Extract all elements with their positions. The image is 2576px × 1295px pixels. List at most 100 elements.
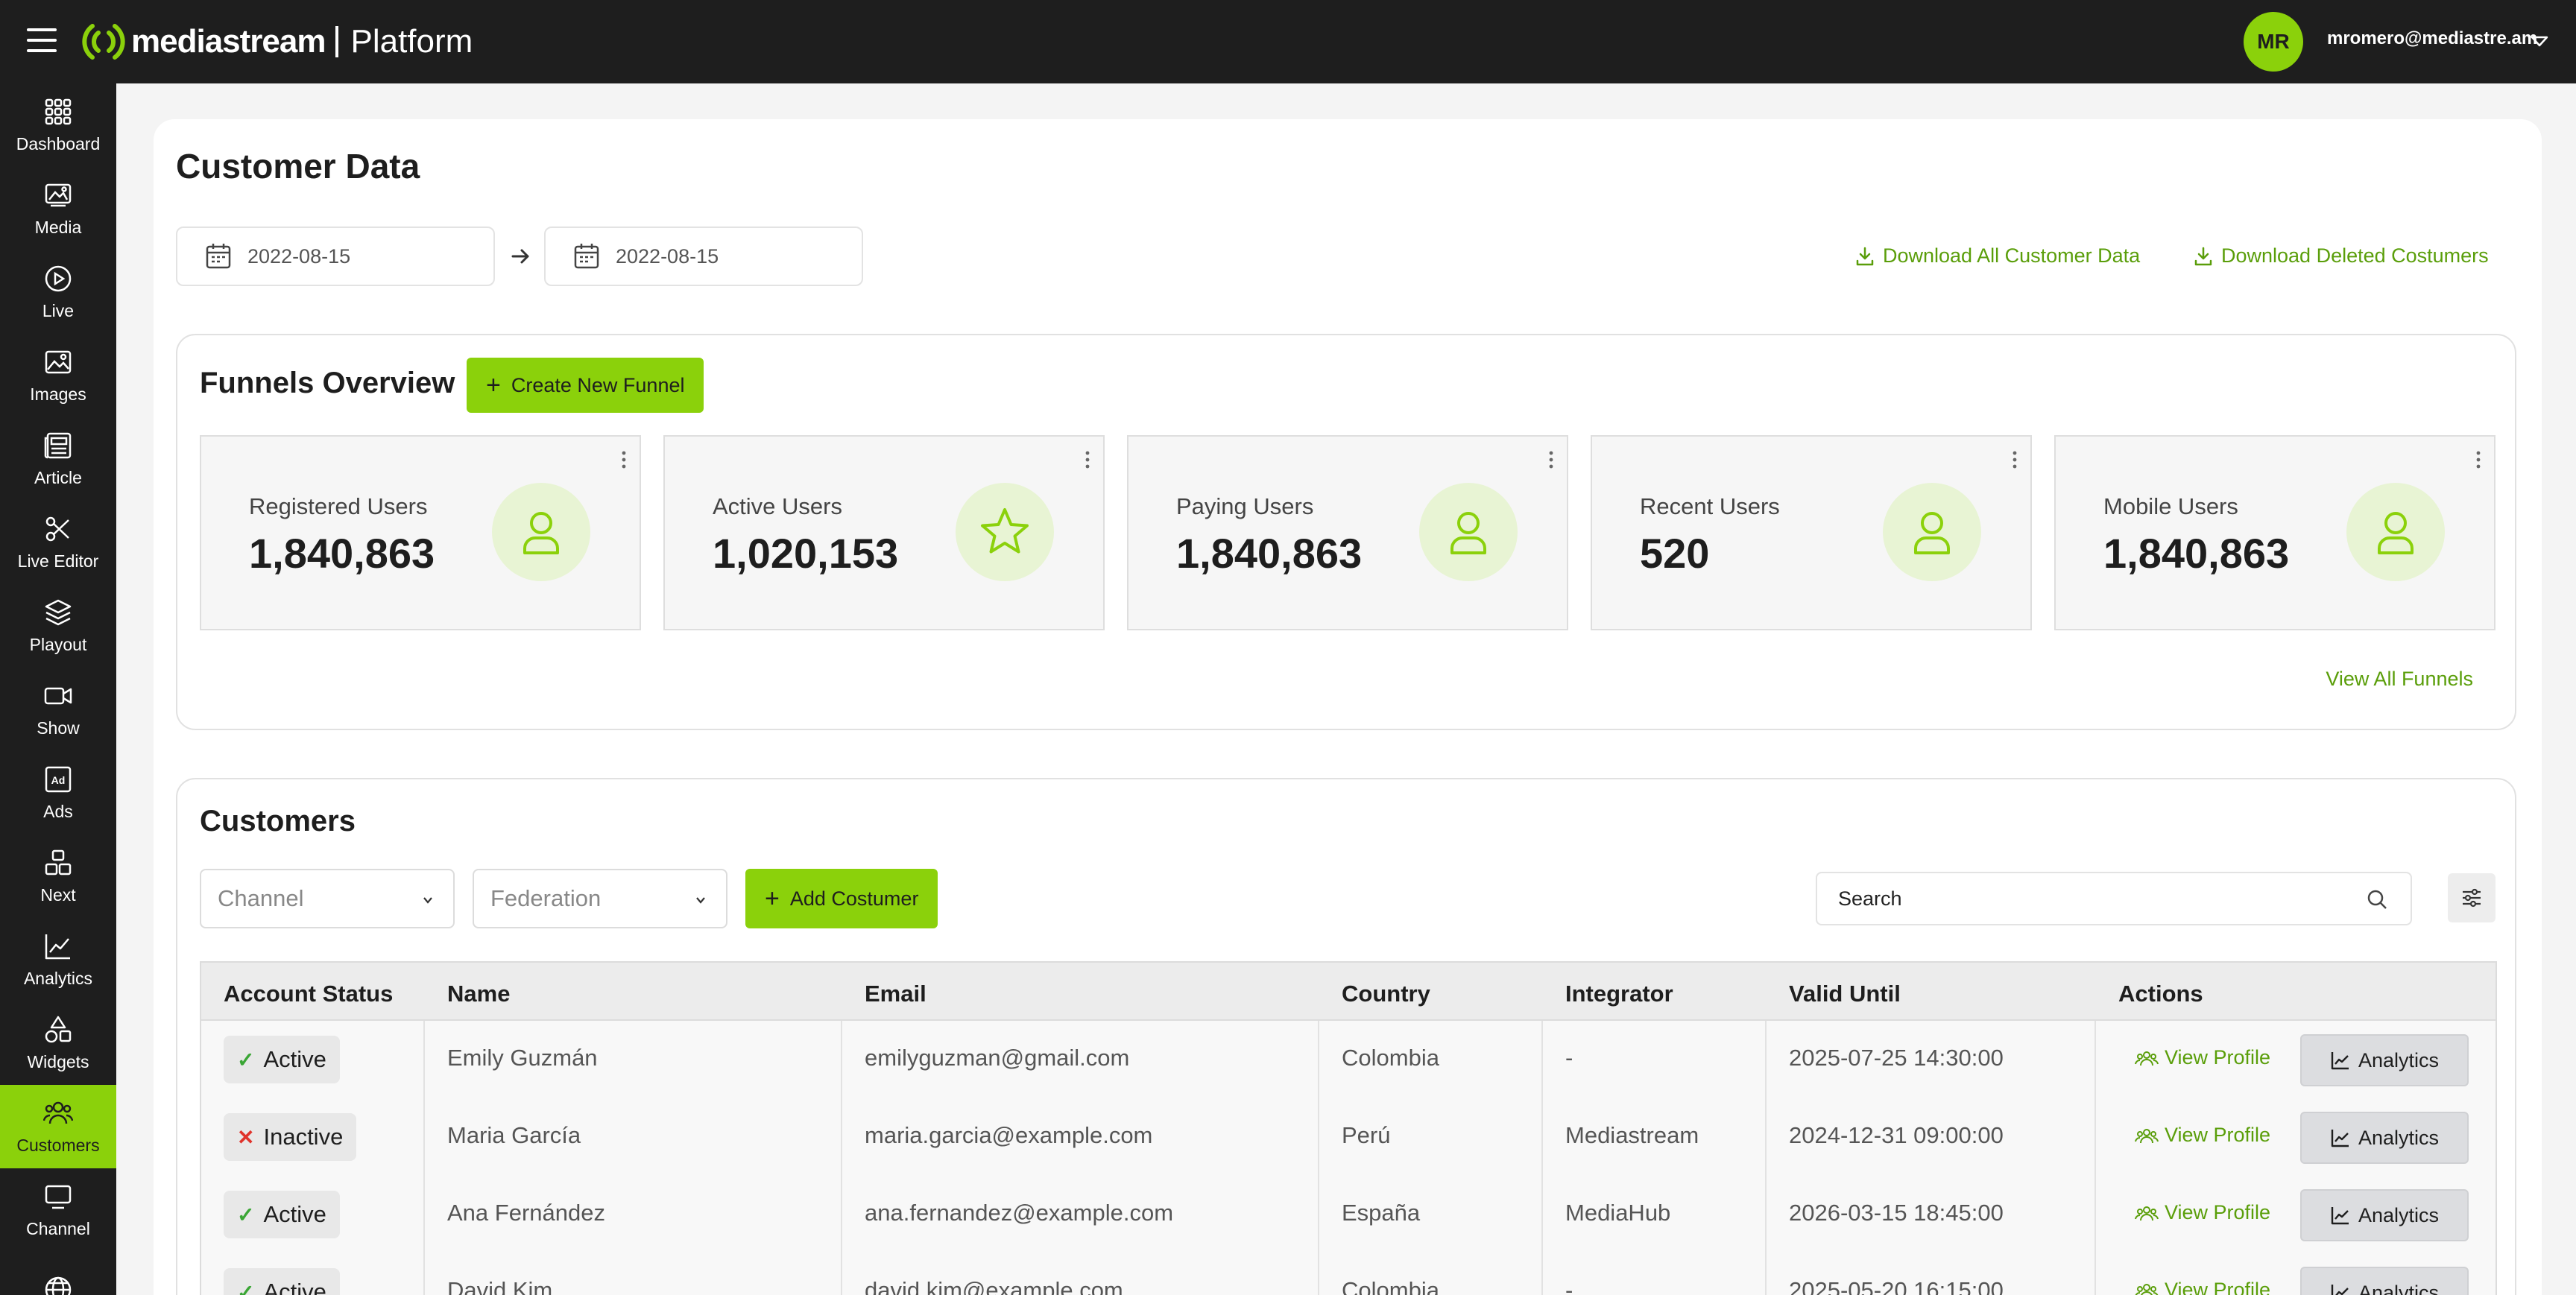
sidebar-item-customers[interactable]: Customers xyxy=(0,1085,116,1168)
sidebar-item-widgets[interactable]: Widgets xyxy=(0,1001,116,1085)
download-all-link[interactable]: Download All Customer Data xyxy=(1854,244,2140,267)
main-content: Customer Data 2022-08-15 2022-08-15 Down… xyxy=(154,119,2542,1295)
column-header[interactable]: Email xyxy=(865,981,926,1007)
create-funnel-label: Create New Funnel xyxy=(511,373,685,396)
funnel-card-label: Active Users xyxy=(713,493,842,519)
column-divider xyxy=(1318,1021,1319,1098)
funnels-title: Funnels Overview xyxy=(200,367,455,399)
view-profile-link[interactable]: View Profile xyxy=(2135,1046,2270,1069)
sidebar-item-label: Live xyxy=(42,300,75,320)
product-name: Platform xyxy=(350,23,473,60)
download-deleted-link[interactable]: Download Deleted Costumers xyxy=(2193,244,2489,267)
column-header[interactable]: Account Status xyxy=(224,981,393,1007)
status-text: Active xyxy=(263,1046,326,1072)
table-row[interactable]: ✓ Active Emily Guzmán emilyguzman@gmail.… xyxy=(200,1021,2497,1098)
globe-icon xyxy=(45,1276,72,1295)
analytics-button[interactable]: Analytics xyxy=(2300,1267,2469,1295)
funnel-card-paying[interactable]: Paying Users 1,840,863 xyxy=(1127,435,1568,630)
chevron-down-icon[interactable] xyxy=(2530,31,2549,51)
funnel-card-mobile[interactable]: Mobile Users 1,840,863 xyxy=(2054,435,2496,630)
funnel-card-active[interactable]: Active Users 1,020,153 xyxy=(663,435,1105,630)
column-divider xyxy=(1765,1098,1767,1176)
customer-email: maria.garcia@example.com xyxy=(865,1122,1153,1148)
sidebar-item-live[interactable]: Live xyxy=(0,250,116,334)
search-input[interactable]: Search xyxy=(1816,872,2412,925)
table-row[interactable]: ✓ Active David Kim david.kim@example.com… xyxy=(200,1253,2497,1295)
date-from-field[interactable]: 2022-08-15 xyxy=(176,227,495,286)
table-row[interactable]: ✓ Active Ana Fernández ana.fernandez@exa… xyxy=(200,1176,2497,1253)
avatar[interactable]: MR xyxy=(2244,12,2303,72)
sidebar-item-ads[interactable]: Ad Ads xyxy=(0,751,116,835)
table-row[interactable]: ✕ Inactive Maria García maria.garcia@exa… xyxy=(200,1098,2497,1176)
analytics-button[interactable]: Analytics xyxy=(2300,1034,2469,1086)
trending-chart-icon xyxy=(2331,1285,2349,1295)
user-icon-circle xyxy=(492,483,590,581)
more-vertical-icon[interactable] xyxy=(1547,450,1555,469)
mediastream-logo-icon xyxy=(82,24,125,60)
column-divider xyxy=(1765,1253,1767,1295)
more-vertical-icon[interactable] xyxy=(2475,450,2482,469)
sidebar-item-dashboard[interactable]: Dashboard xyxy=(0,83,116,167)
sidebar: Dashboard Media Live Images Article Live… xyxy=(0,83,116,1295)
channel-select[interactable]: Channel xyxy=(200,869,455,928)
hamburger-menu-icon[interactable] xyxy=(27,28,57,54)
status-badge: ✕ Inactive xyxy=(224,1113,357,1161)
view-profile-link[interactable]: View Profile xyxy=(2135,1201,2270,1224)
sidebar-item-analytics[interactable]: Analytics xyxy=(0,918,116,1001)
sidebar-item-globe[interactable] xyxy=(0,1252,116,1295)
brand-name: mediastream xyxy=(131,23,326,60)
user-icon xyxy=(1914,512,1950,554)
sidebar-item-label: Analytics xyxy=(23,968,93,988)
funnel-card-label: Paying Users xyxy=(1176,493,1314,519)
check-icon: ✓ xyxy=(237,1203,255,1226)
funnel-card-registered[interactable]: Registered Users 1,840,863 xyxy=(200,435,641,630)
brand-logo[interactable]: mediastream Platform xyxy=(82,19,473,64)
sidebar-item-article[interactable]: Article xyxy=(0,417,116,501)
sidebar-item-label: Playout xyxy=(29,634,87,654)
sidebar-item-live-editor[interactable]: Live Editor xyxy=(0,501,116,584)
create-funnel-button[interactable]: + Create New Funnel xyxy=(467,358,704,413)
date-from-value: 2022-08-15 xyxy=(247,244,351,267)
filter-settings-button[interactable] xyxy=(2448,873,2496,922)
federation-select[interactable]: Federation xyxy=(473,869,727,928)
plus-icon: + xyxy=(765,884,780,913)
more-vertical-icon[interactable] xyxy=(620,450,628,469)
view-profile-link[interactable]: View Profile xyxy=(2135,1279,2270,1295)
users-icon xyxy=(2135,1283,2159,1295)
column-divider xyxy=(841,1098,842,1176)
top-bar: mediastream Platform MR mromero@mediastr… xyxy=(0,0,2576,83)
user-icon-circle xyxy=(2346,483,2445,581)
funnel-card-value: 1,840,863 xyxy=(249,530,435,577)
analytics-button[interactable]: Analytics xyxy=(2300,1189,2469,1241)
image-icon xyxy=(45,350,72,373)
column-divider xyxy=(1541,1253,1543,1295)
trending-chart-icon xyxy=(2331,1052,2349,1070)
more-vertical-icon[interactable] xyxy=(2011,450,2018,469)
view-profile-link[interactable]: View Profile xyxy=(2135,1124,2270,1147)
column-divider xyxy=(841,1021,842,1098)
user-email[interactable]: mromero@mediastre.am xyxy=(2327,28,2537,49)
sidebar-item-channel[interactable]: Channel xyxy=(0,1168,116,1252)
analytics-button[interactable]: Analytics xyxy=(2300,1112,2469,1164)
column-header[interactable]: Integrator xyxy=(1565,981,1673,1007)
column-header[interactable]: Valid Until xyxy=(1789,981,1901,1007)
more-vertical-icon[interactable] xyxy=(1084,450,1091,469)
funnel-card-recent[interactable]: Recent Users 520 xyxy=(1591,435,2032,630)
sidebar-item-next[interactable]: Next xyxy=(0,835,116,918)
dashboard-grid-icon xyxy=(45,98,72,124)
date-to-field[interactable]: 2022-08-15 xyxy=(544,227,863,286)
column-header[interactable]: Country xyxy=(1342,981,1430,1007)
status-text: Active xyxy=(263,1201,326,1227)
sidebar-item-playout[interactable]: Playout xyxy=(0,584,116,668)
column-header[interactable]: Name xyxy=(447,981,510,1007)
channel-select-value: Channel xyxy=(218,885,304,911)
sidebar-item-media[interactable]: Media xyxy=(0,167,116,250)
sidebar-item-show[interactable]: Show xyxy=(0,668,116,751)
add-customer-button[interactable]: + Add Costumer xyxy=(745,869,938,928)
column-divider xyxy=(1541,1176,1543,1253)
sidebar-item-images[interactable]: Images xyxy=(0,334,116,417)
view-all-funnels-link[interactable]: View All Funnels xyxy=(2326,668,2473,691)
sidebar-item-label: Images xyxy=(30,384,86,404)
date-to-value: 2022-08-15 xyxy=(616,244,719,267)
view-profile-label: View Profile xyxy=(2165,1046,2271,1068)
